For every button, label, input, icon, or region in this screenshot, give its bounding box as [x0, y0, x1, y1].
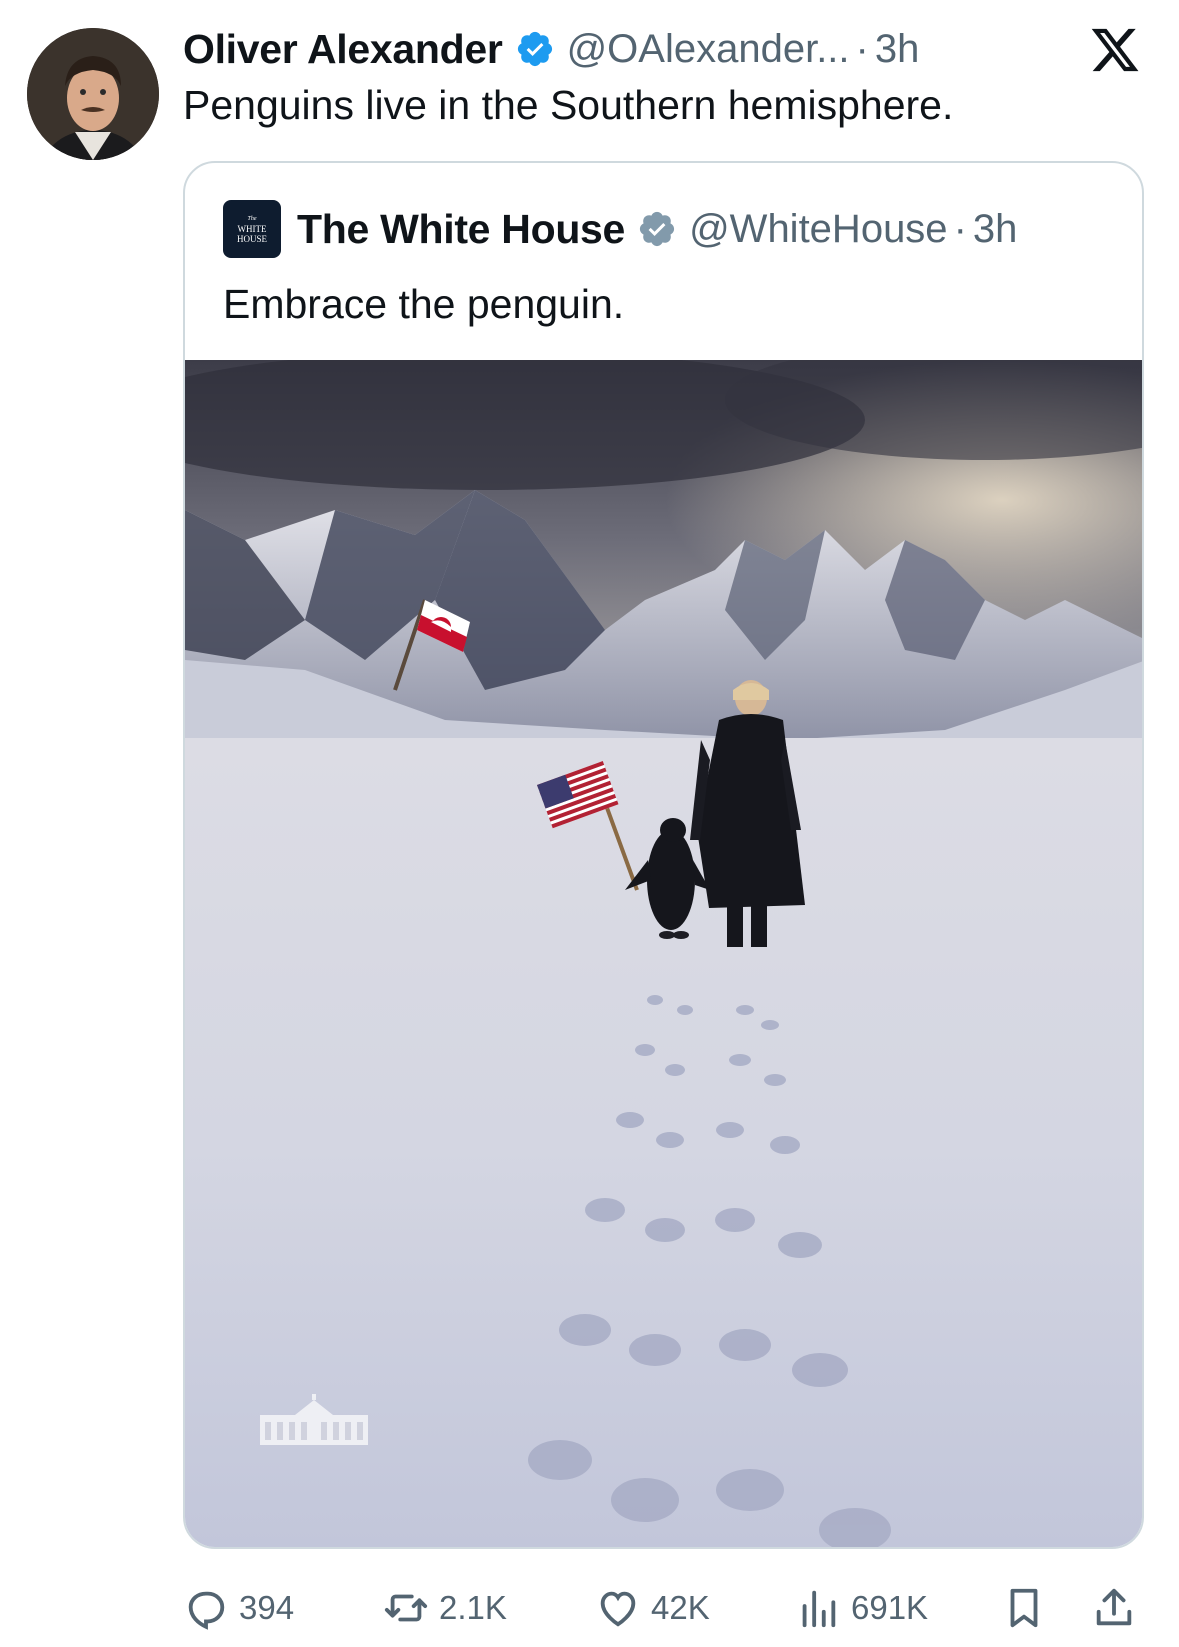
- share-upload-icon: [1096, 1588, 1132, 1626]
- tweet-text: Penguins live in the Southern hemisphere…: [183, 82, 954, 128]
- repost-button[interactable]: 2.1K: [383, 1578, 507, 1638]
- like-count: 42K: [651, 1589, 710, 1626]
- like-button[interactable]: 42K: [595, 1578, 710, 1638]
- verified-badge-icon: [639, 211, 675, 247]
- quoted-author-handle[interactable]: @WhiteHouse: [689, 207, 947, 252]
- reply-count: 394: [239, 1589, 295, 1626]
- view-count: 691K: [851, 1589, 929, 1626]
- quoted-tweet-header: The WHITE HOUSE The White House @WhiteHo…: [223, 200, 1018, 258]
- separator-dot: ·: [953, 206, 967, 251]
- views-button[interactable]: 691K: [795, 1578, 928, 1638]
- author-handle[interactable]: @OAlexander...: [567, 27, 850, 72]
- quoted-tweet-text: Embrace the penguin.: [223, 281, 625, 327]
- separator-dot: ·: [855, 26, 869, 71]
- quoted-author-avatar[interactable]: The WHITE HOUSE: [223, 200, 281, 258]
- bookmark-button[interactable]: [1001, 1578, 1047, 1638]
- reply-button[interactable]: 394: [183, 1578, 294, 1638]
- heart-icon: [600, 1591, 636, 1627]
- tweet-time[interactable]: 3h: [875, 27, 920, 72]
- verified-badge-icon: [517, 31, 552, 67]
- x-logo-icon[interactable]: [1089, 24, 1141, 76]
- author-avatar[interactable]: [27, 28, 159, 160]
- quoted-tweet-card[interactable]: The WHITE HOUSE The White House @WhiteHo…: [183, 161, 1144, 1549]
- bar-chart-icon: [802, 1590, 836, 1628]
- share-button[interactable]: [1091, 1578, 1137, 1638]
- bookmark-icon: [1010, 1588, 1038, 1628]
- repost-arrows-icon: [384, 1594, 428, 1622]
- quoted-author-name[interactable]: The White House: [297, 206, 625, 253]
- tweet-actions-bar: 394 2.1K 42K 691K: [183, 1578, 1143, 1638]
- quoted-tweet-time[interactable]: 3h: [973, 207, 1018, 252]
- quoted-tweet-image[interactable]: [185, 360, 1142, 1547]
- tweet-header: Oliver Alexander @OAlexander... · 3h: [183, 24, 919, 74]
- speech-bubble-icon: [188, 1591, 225, 1630]
- repost-count: 2.1K: [439, 1589, 507, 1626]
- author-name[interactable]: Oliver Alexander: [183, 26, 503, 73]
